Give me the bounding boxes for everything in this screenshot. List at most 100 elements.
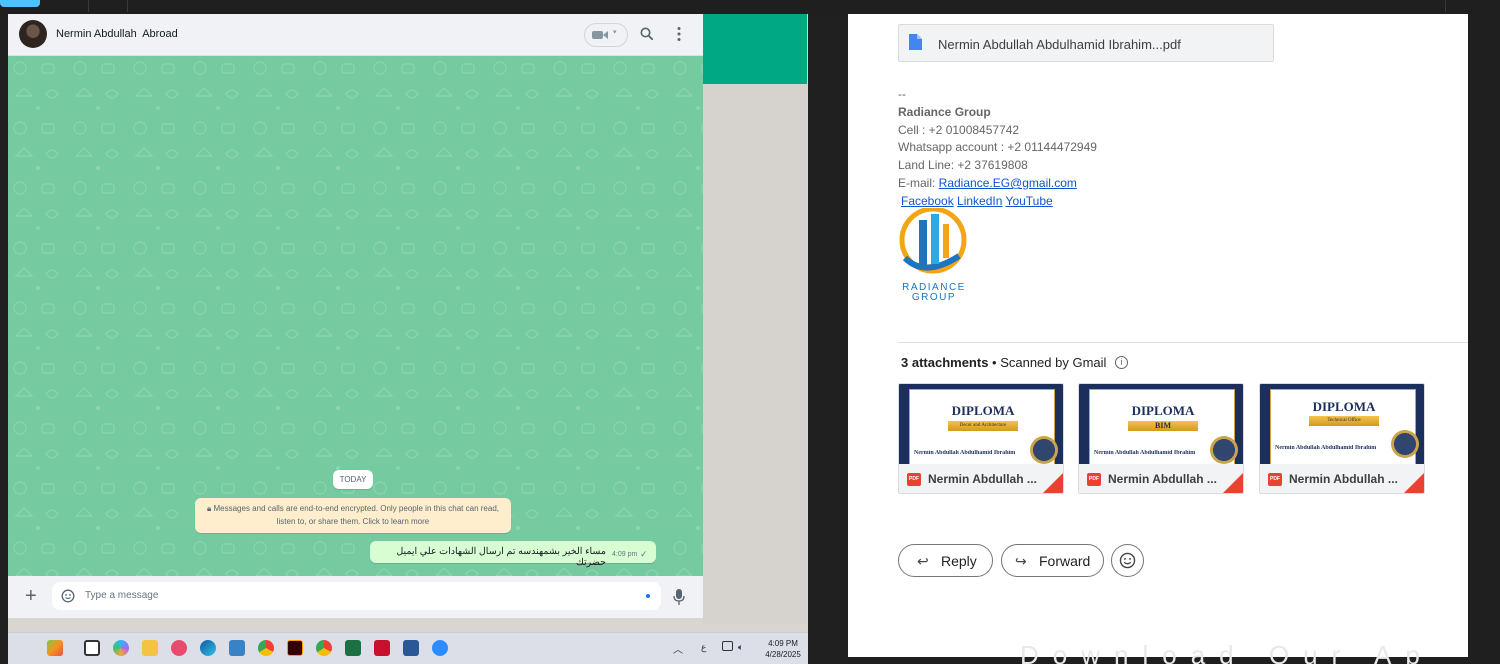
linkedin-link[interactable]: LinkedIn bbox=[957, 194, 1002, 208]
desktop-screen: Nermin Abdullah Abroad ▾ TODAY 🔒︎ Messag bbox=[0, 0, 1500, 664]
attachment-name: Nermin Abdullah ... bbox=[1289, 472, 1398, 486]
search-icon[interactable] bbox=[640, 27, 653, 40]
whatsapp-number: Whatsapp account : +2 01144472949 bbox=[898, 140, 1097, 154]
attachment-card[interactable]: DIPLOMA BIM Nermin Abdullah Abdulhamid I… bbox=[1078, 383, 1244, 494]
zoom-icon[interactable] bbox=[432, 640, 448, 656]
attachment-thumbnail: DIPLOMA Decor and Architecture Nermin Ab… bbox=[899, 384, 1063, 467]
message-time: 4:09 pm bbox=[612, 551, 638, 558]
whatsapp-side-panel bbox=[703, 84, 807, 624]
fold-corner-icon bbox=[1043, 473, 1063, 493]
clock-time: 4:09 PM bbox=[768, 639, 798, 648]
attachments-divider bbox=[898, 342, 1468, 343]
message-placeholder: Type a message bbox=[85, 590, 159, 601]
diploma-preview: DIPLOMA Decor and Architecture Nermin Ab… bbox=[909, 389, 1058, 467]
microphone-icon[interactable] bbox=[673, 588, 685, 606]
file-explorer-icon[interactable] bbox=[142, 640, 158, 656]
top-accent bbox=[0, 0, 40, 7]
attachment-thumbnail: DIPLOMA BIM Nermin Abdullah Abdulhamid I… bbox=[1079, 384, 1243, 467]
clock-date: 4/28/2025 bbox=[765, 650, 801, 659]
pdf-filename[interactable]: Nermin Abdullah Abdulhamid Ibrahim...pdf bbox=[938, 37, 1181, 52]
top-divider bbox=[88, 0, 89, 12]
forward-icon: ↪ bbox=[1015, 553, 1027, 569]
top-divider bbox=[1445, 0, 1446, 12]
info-icon[interactable]: i bbox=[1115, 356, 1128, 369]
pdf-icon: PDF bbox=[907, 473, 921, 486]
chevron-down-icon: ▾ bbox=[613, 29, 617, 36]
encryption-notice[interactable]: 🔒︎ Messages and calls are end-to-end enc… bbox=[195, 498, 511, 533]
window-edge bbox=[1468, 14, 1500, 664]
illustrator-icon[interactable] bbox=[287, 640, 303, 656]
network-icon[interactable] bbox=[722, 641, 733, 651]
notepad-icon[interactable] bbox=[229, 640, 245, 656]
tray-chevron-icon[interactable]: ︿ bbox=[673, 641, 683, 656]
email-line: E-mail: Radiance.EG@gmail.com bbox=[898, 174, 1077, 192]
message-text: مساء الخير بشمهندسه تم ارسال الشهادات عل… bbox=[396, 546, 606, 568]
forward-button[interactable]: ↪ Forward bbox=[1001, 544, 1104, 577]
copilot-icon[interactable] bbox=[113, 640, 129, 656]
forward-label: Forward bbox=[1039, 553, 1091, 569]
attach-plus-icon[interactable]: + bbox=[25, 586, 37, 606]
cursor-dot bbox=[646, 594, 650, 598]
diploma-ribbon: Decor and Architecture bbox=[948, 421, 1018, 431]
task-view-icon[interactable] bbox=[84, 640, 100, 656]
chrome-profile-icon[interactable] bbox=[316, 640, 332, 656]
volume-icon[interactable]: 🔈︎ bbox=[738, 642, 743, 653]
youtube-link[interactable]: YouTube bbox=[1006, 194, 1053, 208]
seal-icon bbox=[1210, 436, 1238, 464]
document-icon bbox=[909, 34, 922, 50]
snipping-tool-icon[interactable] bbox=[171, 640, 187, 656]
sent-check-icon: ✓ bbox=[640, 549, 648, 559]
pdf-icon: PDF bbox=[1268, 473, 1282, 486]
scanned-label: • Scanned by Gmail bbox=[988, 355, 1107, 370]
diploma-person: Nermin Abdullah Abdulhamid Ibrahim bbox=[914, 450, 1016, 456]
attachment-name: Nermin Abdullah ... bbox=[928, 472, 1037, 486]
cell-number: Cell : +2 01008457742 bbox=[898, 123, 1020, 137]
avatar[interactable] bbox=[19, 20, 47, 48]
fold-corner-icon bbox=[1223, 473, 1243, 493]
logo-text-2: GROUP bbox=[912, 292, 956, 302]
top-strip bbox=[0, 0, 1500, 14]
video-camera-icon bbox=[592, 31, 603, 39]
attachments-header: 3 attachments • Scanned by Gmail bbox=[901, 355, 1106, 370]
diploma-person: Nermin Abdullah Abdulhamid Ibrahim bbox=[1094, 450, 1196, 456]
whatsapp-accent-bar bbox=[703, 14, 807, 84]
word-icon[interactable] bbox=[403, 640, 419, 656]
sticker-icon[interactable] bbox=[61, 589, 75, 603]
chrome-icon[interactable] bbox=[258, 640, 274, 656]
menu-icon[interactable] bbox=[676, 26, 682, 42]
attachment-card[interactable]: DIPLOMA Technical Office Nermin Abdullah… bbox=[1259, 383, 1425, 494]
encryption-notice-line2: listen to, or share them. Click to learn… bbox=[276, 517, 430, 526]
attachment-name: Nermin Abdullah ... bbox=[1108, 472, 1217, 486]
facebook-link[interactable]: Facebook bbox=[901, 194, 954, 208]
signature-separator: -- bbox=[898, 87, 906, 101]
email-link[interactable]: Radiance.EG@gmail.com bbox=[939, 176, 1077, 190]
diploma-ribbon: Technical Office bbox=[1309, 416, 1379, 426]
diploma-title: DIPLOMA bbox=[1312, 399, 1376, 414]
reply-button[interactable]: ↩ Reply bbox=[898, 544, 993, 577]
download-app-watermark: Download Our Ap bbox=[1020, 640, 1434, 664]
video-camera-lens-icon bbox=[603, 31, 608, 39]
pdf-icon: PDF bbox=[1087, 473, 1101, 486]
language-indicator[interactable]: ع bbox=[701, 642, 706, 653]
reply-label: Reply bbox=[941, 553, 977, 569]
diploma-person: Nermin Abdullah Abdulhamid Ibrahim bbox=[1275, 445, 1377, 451]
diploma-preview: DIPLOMA BIM Nermin Abdullah Abdulhamid I… bbox=[1089, 389, 1238, 467]
emoji-reaction-button[interactable] bbox=[1111, 544, 1144, 577]
seal-icon bbox=[1391, 430, 1419, 458]
landline-number: Land Line: +2 37619808 bbox=[898, 158, 1028, 172]
widgets-icon[interactable] bbox=[47, 640, 63, 656]
mcafee-icon[interactable] bbox=[374, 640, 390, 656]
edge-icon[interactable] bbox=[200, 640, 216, 656]
contact-name[interactable]: Nermin Abdullah Abroad bbox=[56, 28, 178, 40]
window-gap bbox=[808, 14, 848, 664]
diploma-preview: DIPLOMA Technical Office Nermin Abdullah… bbox=[1270, 389, 1419, 467]
clock[interactable]: 4:09 PM 4/28/2025 bbox=[760, 638, 806, 660]
attachment-card[interactable]: DIPLOMA Decor and Architecture Nermin Ab… bbox=[898, 383, 1064, 494]
company-name: Radiance Group bbox=[898, 105, 991, 119]
encryption-notice-line1: 🔒︎ Messages and calls are end-to-end enc… bbox=[207, 504, 499, 513]
attachment-thumbnail: DIPLOMA Technical Office Nermin Abdullah… bbox=[1260, 384, 1424, 467]
reply-icon: ↩ bbox=[917, 553, 929, 569]
diploma-title: DIPLOMA bbox=[1131, 403, 1195, 418]
radiance-logo: RADIANCE GROUP bbox=[899, 208, 967, 302]
excel-icon[interactable] bbox=[345, 640, 361, 656]
